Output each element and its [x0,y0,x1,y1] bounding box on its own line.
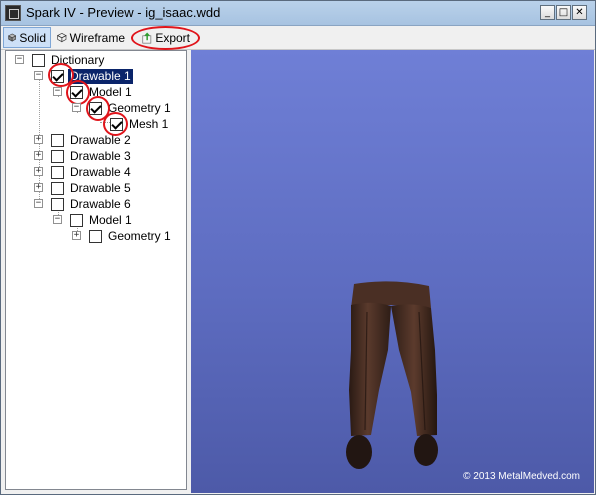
collapse-icon[interactable]: − [34,71,43,80]
close-button[interactable]: ✕ [572,5,587,20]
solid-cube-icon [8,33,17,42]
drawable-6-checkbox[interactable] [51,197,64,211]
tree-node-drawable-6[interactable]: − Drawable 6 [34,196,133,212]
tree-node-drawable-2[interactable]: + Drawable 2 [34,132,133,148]
pants-3d-model [346,281,438,469]
drawable-5-checkbox[interactable] [51,181,64,195]
toolbar: Solid Wireframe Export [1,26,595,50]
tree-node-dictionary[interactable]: − Dictionary [15,52,106,68]
3d-viewport[interactable]: © 2013 MetalMedved.com [191,50,594,493]
tree-node-drawable-5[interactable]: + Drawable 5 [34,180,133,196]
maximize-button[interactable]: □ [556,5,571,20]
collapse-icon[interactable]: − [34,199,43,208]
solid-button[interactable]: Solid [3,27,51,48]
tree-node-model-1[interactable]: − Model 1 [53,84,134,100]
tree-node-label: Drawable 6 [70,196,131,211]
solid-label: Solid [19,30,46,45]
minimize-button[interactable]: _ [540,5,555,20]
copyright-text: © 2013 MetalMedved.com [463,471,580,482]
app-icon [5,5,21,21]
tree-node-mesh-1[interactable]: Mesh 1 [110,116,170,132]
tree-node-label: Drawable 2 [70,132,131,147]
collapse-icon[interactable]: − [53,215,62,224]
wireframe-label: Wireframe [69,30,125,45]
expand-icon[interactable]: + [34,151,43,160]
maximize-icon: □ [558,7,569,18]
wireframe-cube-icon [57,32,67,43]
title-bar[interactable]: Spark IV - Preview - ig_isaac.wdd _ □ ✕ [1,1,595,26]
tree-node-drawable-1[interactable]: − Drawable 1 [34,68,133,84]
tree-node-label: Geometry 1 [108,228,171,243]
mesh-1-checkbox[interactable] [110,117,123,131]
tree-node-geometry-1[interactable]: − Geometry 1 [72,100,173,116]
tree-node-label: Drawable 5 [70,180,131,195]
tree-node-label: Dictionary [51,52,105,67]
tree-node-label: Geometry 1 [108,100,171,115]
close-icon: ✕ [575,7,584,18]
wireframe-button[interactable]: Wireframe [53,27,129,48]
collapse-icon[interactable]: − [72,103,81,112]
model-1-checkbox[interactable] [70,85,83,99]
tree-node-label: Drawable 4 [70,164,131,179]
expand-icon[interactable]: + [34,135,43,144]
minimize-icon: _ [545,7,550,18]
tree-node-label: Model 1 [89,84,132,99]
export-label: Export [155,30,190,45]
geometry-1-checkbox[interactable] [89,101,102,115]
tree-node-drawable-4[interactable]: + Drawable 4 [34,164,133,180]
drawable-3-checkbox[interactable] [51,149,64,163]
export-icon [142,31,152,44]
drawable-1-checkbox[interactable] [51,69,64,83]
tree-node-drawable-6-geometry-1[interactable]: + Geometry 1 [72,228,173,244]
collapse-icon[interactable]: − [15,55,24,64]
drawable-6-model-1-checkbox[interactable] [70,213,83,227]
tree-node-label: Mesh 1 [129,116,169,131]
expand-icon[interactable]: + [34,167,43,176]
expand-icon[interactable]: + [34,183,43,192]
tree-node-drawable-6-model-1[interactable]: − Model 1 [53,212,134,228]
export-button[interactable]: Export [138,27,194,48]
expand-icon[interactable]: + [72,231,81,240]
window-title: Spark IV - Preview - ig_isaac.wdd [26,5,221,20]
scene-tree[interactable]: − Dictionary − Drawable 1 − Model 1 − Ge… [5,50,187,490]
dictionary-checkbox[interactable] [32,53,45,67]
drawable-4-checkbox[interactable] [51,165,64,179]
tree-node-label: Drawable 1 [68,68,133,84]
drawable-6-geometry-1-checkbox[interactable] [89,229,102,243]
drawable-2-checkbox[interactable] [51,133,64,147]
preview-window: Spark IV - Preview - ig_isaac.wdd _ □ ✕ … [0,0,596,495]
tree-node-label: Model 1 [89,212,132,227]
tree-node-label: Drawable 3 [70,148,131,163]
collapse-icon[interactable]: − [53,87,62,96]
tree-node-drawable-3[interactable]: + Drawable 3 [34,148,133,164]
